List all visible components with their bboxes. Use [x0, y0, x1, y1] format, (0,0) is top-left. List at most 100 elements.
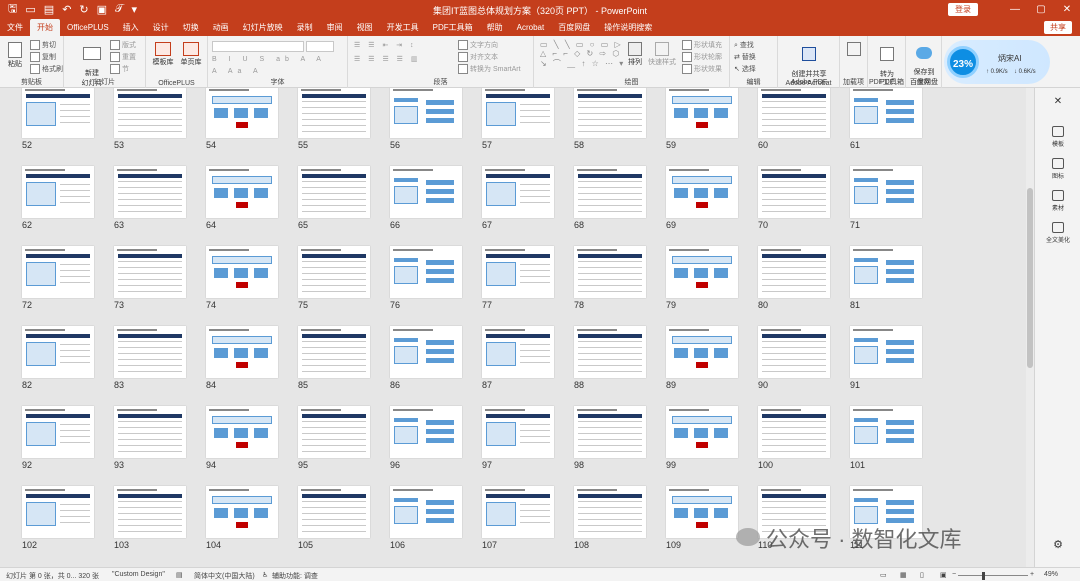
slide-thumbnail[interactable] — [114, 406, 186, 458]
slide-thumbnail[interactable] — [574, 246, 646, 298]
slide-thumbnail[interactable] — [850, 88, 922, 138]
pane-item-materials[interactable]: 素材 — [1035, 190, 1080, 212]
quick-styles-button[interactable]: 快速样式 — [646, 42, 678, 67]
slide-thumbnail[interactable] — [114, 486, 186, 538]
slide-thumbnail[interactable] — [482, 88, 554, 138]
tab-7[interactable]: 幻灯片放映 — [236, 19, 290, 36]
slide-thumbnail[interactable] — [666, 88, 738, 138]
slide-thumbnail[interactable] — [298, 326, 370, 378]
slide-thumbnail[interactable] — [114, 166, 186, 218]
copy-button[interactable]: 复制 — [30, 52, 56, 63]
shapes-gallery[interactable]: ▭ ╲ ╲ ▭ ○ ▭ ▷ △ ⌐ ⌐ ◇ ↻ ⇨ ⬡ ↘ ⌒ ⎽ ↑ ☆ ⋯ ▾ — [540, 40, 625, 69]
slide-thumbnail[interactable] — [666, 246, 738, 298]
pane-item-beautify[interactable]: 全文美化 — [1035, 222, 1080, 244]
minimize-button[interactable]: — — [1002, 0, 1028, 19]
slide-thumbnail[interactable] — [206, 246, 278, 298]
template-library-button[interactable]: 模板库 — [150, 42, 176, 67]
view-reading-icon[interactable]: ▯ — [920, 571, 924, 579]
vertical-scrollbar[interactable] — [1026, 88, 1034, 567]
slide-thumbnail[interactable] — [758, 166, 830, 218]
tab-10[interactable]: 视图 — [350, 19, 380, 36]
slide-thumbnail[interactable] — [22, 326, 94, 378]
slide-thumbnail[interactable] — [758, 406, 830, 458]
slide-thumbnail[interactable] — [390, 326, 462, 378]
settings-gear-icon[interactable]: ⚙ — [1035, 538, 1080, 551]
tab-15[interactable]: 百度网盘 — [551, 19, 597, 36]
shape-effects-button[interactable]: 形状效果 — [682, 64, 722, 75]
slide-thumbnail[interactable] — [206, 486, 278, 538]
reset-button[interactable]: 重置 — [110, 52, 136, 63]
section-button[interactable]: 节 — [110, 64, 129, 75]
language-indicator[interactable]: 简体中文(中国大陆) — [194, 571, 255, 581]
slide-thumbnail[interactable] — [206, 166, 278, 218]
tab-14[interactable]: Acrobat — [510, 19, 552, 36]
slide-thumbnail[interactable] — [666, 166, 738, 218]
slide-thumbnail[interactable] — [666, 326, 738, 378]
open-icon[interactable]: ▤ — [44, 3, 54, 16]
font-color-icons[interactable]: A Aa A — [212, 68, 263, 75]
tab-13[interactable]: 帮助 — [480, 19, 510, 36]
align-icons[interactable]: ☰ ☰ ☰ ☰ ▥ — [354, 55, 421, 63]
tab-6[interactable]: 动画 — [206, 19, 236, 36]
slide-thumbnail[interactable] — [758, 88, 830, 138]
layout-button[interactable]: 版式 — [110, 40, 136, 51]
align-text-button[interactable]: 对齐文本 — [458, 52, 498, 63]
tab-1[interactable]: 开始 — [30, 19, 60, 36]
slide-thumbnail[interactable] — [574, 406, 646, 458]
customize-icon[interactable]: ▾ — [131, 3, 137, 16]
slide-thumbnail[interactable] — [298, 406, 370, 458]
tab-16[interactable]: 操作说明搜索 — [597, 19, 659, 36]
accessibility-icon[interactable]: ♿ — [262, 571, 268, 579]
addins-button[interactable] — [844, 42, 864, 57]
tab-2[interactable]: OfficePLUS — [60, 19, 116, 36]
slide-thumbnail[interactable] — [390, 88, 462, 138]
spellcheck-icon[interactable]: ▤ — [176, 571, 183, 579]
slide-thumbnail[interactable] — [22, 486, 94, 538]
slide-thumbnail[interactable] — [574, 486, 646, 538]
cut-button[interactable]: 剪切 — [30, 40, 56, 51]
slide-thumbnail[interactable] — [390, 486, 462, 538]
slide-thumbnail[interactable] — [114, 326, 186, 378]
new-icon[interactable]: ▭ — [25, 3, 35, 16]
font-format-icons[interactable]: B I U S ab A A — [212, 56, 326, 63]
tab-0[interactable]: 文件 — [0, 19, 30, 36]
slide-thumbnail[interactable] — [206, 406, 278, 458]
slide-thumbnail[interactable] — [206, 326, 278, 378]
zoom-level[interactable]: 49% — [1044, 571, 1058, 578]
slide-thumbnail[interactable] — [298, 246, 370, 298]
slide-thumbnail[interactable] — [298, 88, 370, 138]
slide-thumbnail[interactable] — [482, 326, 554, 378]
slide-thumbnail[interactable] — [390, 406, 462, 458]
pane-close-icon[interactable]: ✕ — [1035, 96, 1080, 107]
slide-thumbnail[interactable] — [22, 166, 94, 218]
font-size-combo[interactable] — [306, 41, 334, 52]
slide-thumbnail[interactable] — [390, 166, 462, 218]
select-button[interactable]: ↖ 选择 — [734, 64, 756, 74]
slide-thumbnail[interactable] — [666, 406, 738, 458]
zoom-slider-knob[interactable] — [982, 572, 985, 580]
slide-thumbnail[interactable] — [574, 88, 646, 138]
slide-thumbnail[interactable] — [758, 326, 830, 378]
single-page-library-button[interactable]: 单页库 — [178, 42, 204, 67]
accessibility-status[interactable]: 辅助功能: 调查 — [272, 571, 318, 581]
zoom-in-button[interactable]: + — [1030, 571, 1034, 578]
slide-thumbnail[interactable] — [390, 246, 462, 298]
slide-thumbnail[interactable] — [206, 88, 278, 138]
list-icons[interactable]: ☰ ☰ ⇤ ⇥ ↕ — [354, 41, 417, 49]
share-button[interactable]: 共享 — [1044, 21, 1072, 34]
zoom-slider-track[interactable] — [958, 575, 1028, 576]
format-painter-button[interactable]: 格式刷 — [30, 64, 63, 75]
slide-thumbnail[interactable] — [850, 246, 922, 298]
signin-button[interactable]: 登录 — [948, 3, 978, 16]
slide-thumbnail[interactable] — [574, 166, 646, 218]
zoom-out-button[interactable]: − — [952, 571, 956, 578]
slide-thumbnail[interactable] — [22, 246, 94, 298]
undo-icon[interactable]: ↶ — [62, 3, 71, 16]
slide-thumbnail[interactable] — [298, 166, 370, 218]
slide-thumbnail[interactable] — [850, 326, 922, 378]
slide-thumbnail[interactable] — [114, 88, 186, 138]
text-direction-button[interactable]: 文字方向 — [458, 40, 498, 51]
tab-12[interactable]: PDF工具箱 — [426, 19, 480, 36]
view-slideshow-icon[interactable]: ▣ — [940, 571, 947, 579]
slide-thumbnail[interactable] — [850, 166, 922, 218]
